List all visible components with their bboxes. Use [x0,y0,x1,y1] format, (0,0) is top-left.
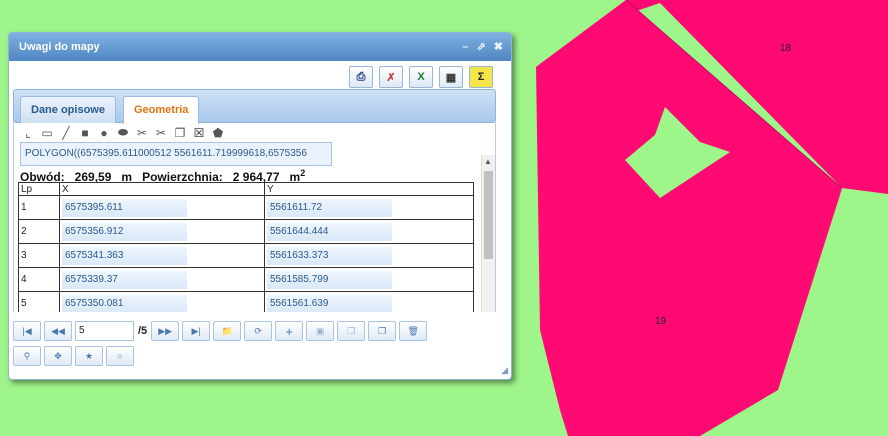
cell-x[interactable]: 6575339.37 [62,270,187,289]
layers-icon[interactable]: ▭ [39,125,55,140]
page-total: /5 [138,325,148,337]
split-icon[interactable]: ✂ [153,125,169,140]
cell-lp: 2 [18,219,60,244]
parcel-label-18: 18 [780,43,792,54]
open-folder-icon[interactable]: 📁 [213,321,242,341]
favorite-icon[interactable]: ★ [75,346,103,366]
table-row: 1 6575395.611 5561611.72 [18,195,474,220]
add-icon[interactable]: + [275,321,304,341]
tab-geometria[interactable]: Geometria [123,96,200,124]
area-unit-sup: 2 [300,168,306,178]
copy-record-icon[interactable]: ❐ [337,321,366,341]
cell-lp: 1 [18,195,60,220]
window-titlebar[interactable]: Uwagi do mapy – ⇗ ✖ [9,33,511,61]
vertical-scrollbar[interactable]: ▲ ▼ [481,155,495,312]
parcel-label-19: 19 [655,316,667,327]
column-y: Y [264,182,474,196]
prev-page-icon[interactable]: ◀◀ [44,321,72,341]
table-row: 5 6575350.081 5561561.639 [18,291,474,312]
last-page-icon[interactable]: ▶| [182,321,211,341]
pentagon-icon[interactable]: ⬟ [210,125,226,140]
circle-icon[interactable]: ● [96,125,112,140]
map-notes-window: Uwagi do mapy – ⇗ ✖ ⎙ ✗ X ▦ Σ Dane opiso… [8,32,512,380]
scroll-up-icon[interactable]: ▲ [484,157,492,166]
resize-handle-icon[interactable]: ◢ [501,365,508,376]
save-icon[interactable]: ▣ [306,321,335,341]
cell-y[interactable]: 5561611.72 [267,198,392,217]
tab-dane-opisowe[interactable]: Dane opisowe [20,96,116,123]
cell-lp: 5 [18,291,60,312]
wkt-field[interactable]: POLYGON((6575395.611000512 5561611.71999… [20,142,332,166]
zoom-to-icon[interactable]: ⚲ [13,346,41,366]
refresh-icon[interactable]: ⟳ [244,321,273,341]
table-icon[interactable]: ▦ [439,66,463,88]
cell-y[interactable]: 5561644.444 [267,222,392,241]
next-page-icon[interactable]: ▶▶ [151,321,180,341]
table-row: 4 6575339.37 5561585.799 [18,267,474,292]
close-icon[interactable]: ✖ [494,33,503,61]
pan-icon[interactable]: ✥ [44,346,72,366]
cell-y[interactable]: 5561561.639 [267,294,392,312]
coordinates-table: Lp X Y 1 6575395.611 5561611.72 2 657535… [18,182,474,312]
column-x: X [59,182,265,196]
cell-lp: 4 [18,267,60,292]
cell-lp: 3 [18,243,60,268]
rectangle-icon[interactable]: ■ [77,125,93,140]
cut-icon[interactable]: ✂ [134,125,150,140]
print-icon[interactable]: ⎙ [349,66,373,88]
delete-icon[interactable]: 🗑 [399,321,428,341]
draw-toolbar: ⌞ ▭ ╱ ■ ● ⬬ ✂ ✂ ❐ ☒ ⬟ [20,125,226,140]
minimize-icon[interactable]: – [462,33,468,61]
cell-x[interactable]: 6575356.912 [62,222,187,241]
page-input[interactable]: 5 [75,321,134,341]
first-page-icon[interactable]: |◀ [13,321,41,341]
scroll-thumb[interactable] [484,171,493,259]
cell-x[interactable]: 6575350.081 [62,294,187,312]
ellipse-icon[interactable]: ⬬ [115,125,131,140]
restore-icon[interactable]: ⇗ [477,33,486,61]
column-lp: Lp [18,182,60,196]
duplicate-icon[interactable]: ❐ [368,321,397,341]
delete-shape-icon[interactable]: ☒ [191,125,207,140]
table-row: 2 6575356.912 5561644.444 [18,219,474,244]
no-draw-icon[interactable]: ✗ [379,66,403,88]
circle-select-icon[interactable]: ○ [106,346,134,366]
cell-y[interactable]: 5561633.373 [267,246,392,265]
map-tools: ⚲ ✥ ★ ○ [13,346,134,366]
tab-bar: Dane opisowe Geometria [13,89,496,124]
edit-vertex-icon[interactable]: ⌞ [20,125,36,140]
sum-icon[interactable]: Σ [469,66,493,88]
pager: |◀ ◀◀ 5 /5 ▶▶ ▶| 📁 ⟳ + ▣ ❐ ❐ 🗑 [13,321,428,341]
cell-y[interactable]: 5561585.799 [267,270,392,289]
cell-x[interactable]: 6575341.363 [62,246,187,265]
cell-x[interactable]: 6575395.611 [62,198,187,217]
geometry-panel: ⌞ ▭ ╱ ■ ● ⬬ ✂ ✂ ❐ ☒ ⬟ POLYGON((6575395.6… [13,122,496,312]
copy-shape-icon[interactable]: ❐ [172,125,188,140]
table-row: 3 6575341.363 5561633.373 [18,243,474,268]
window-title: Uwagi do mapy [19,41,100,53]
draw-line-icon[interactable]: ╱ [58,125,74,140]
excel-icon[interactable]: X [409,66,433,88]
top-toolbar: ⎙ ✗ X ▦ Σ [349,66,493,88]
